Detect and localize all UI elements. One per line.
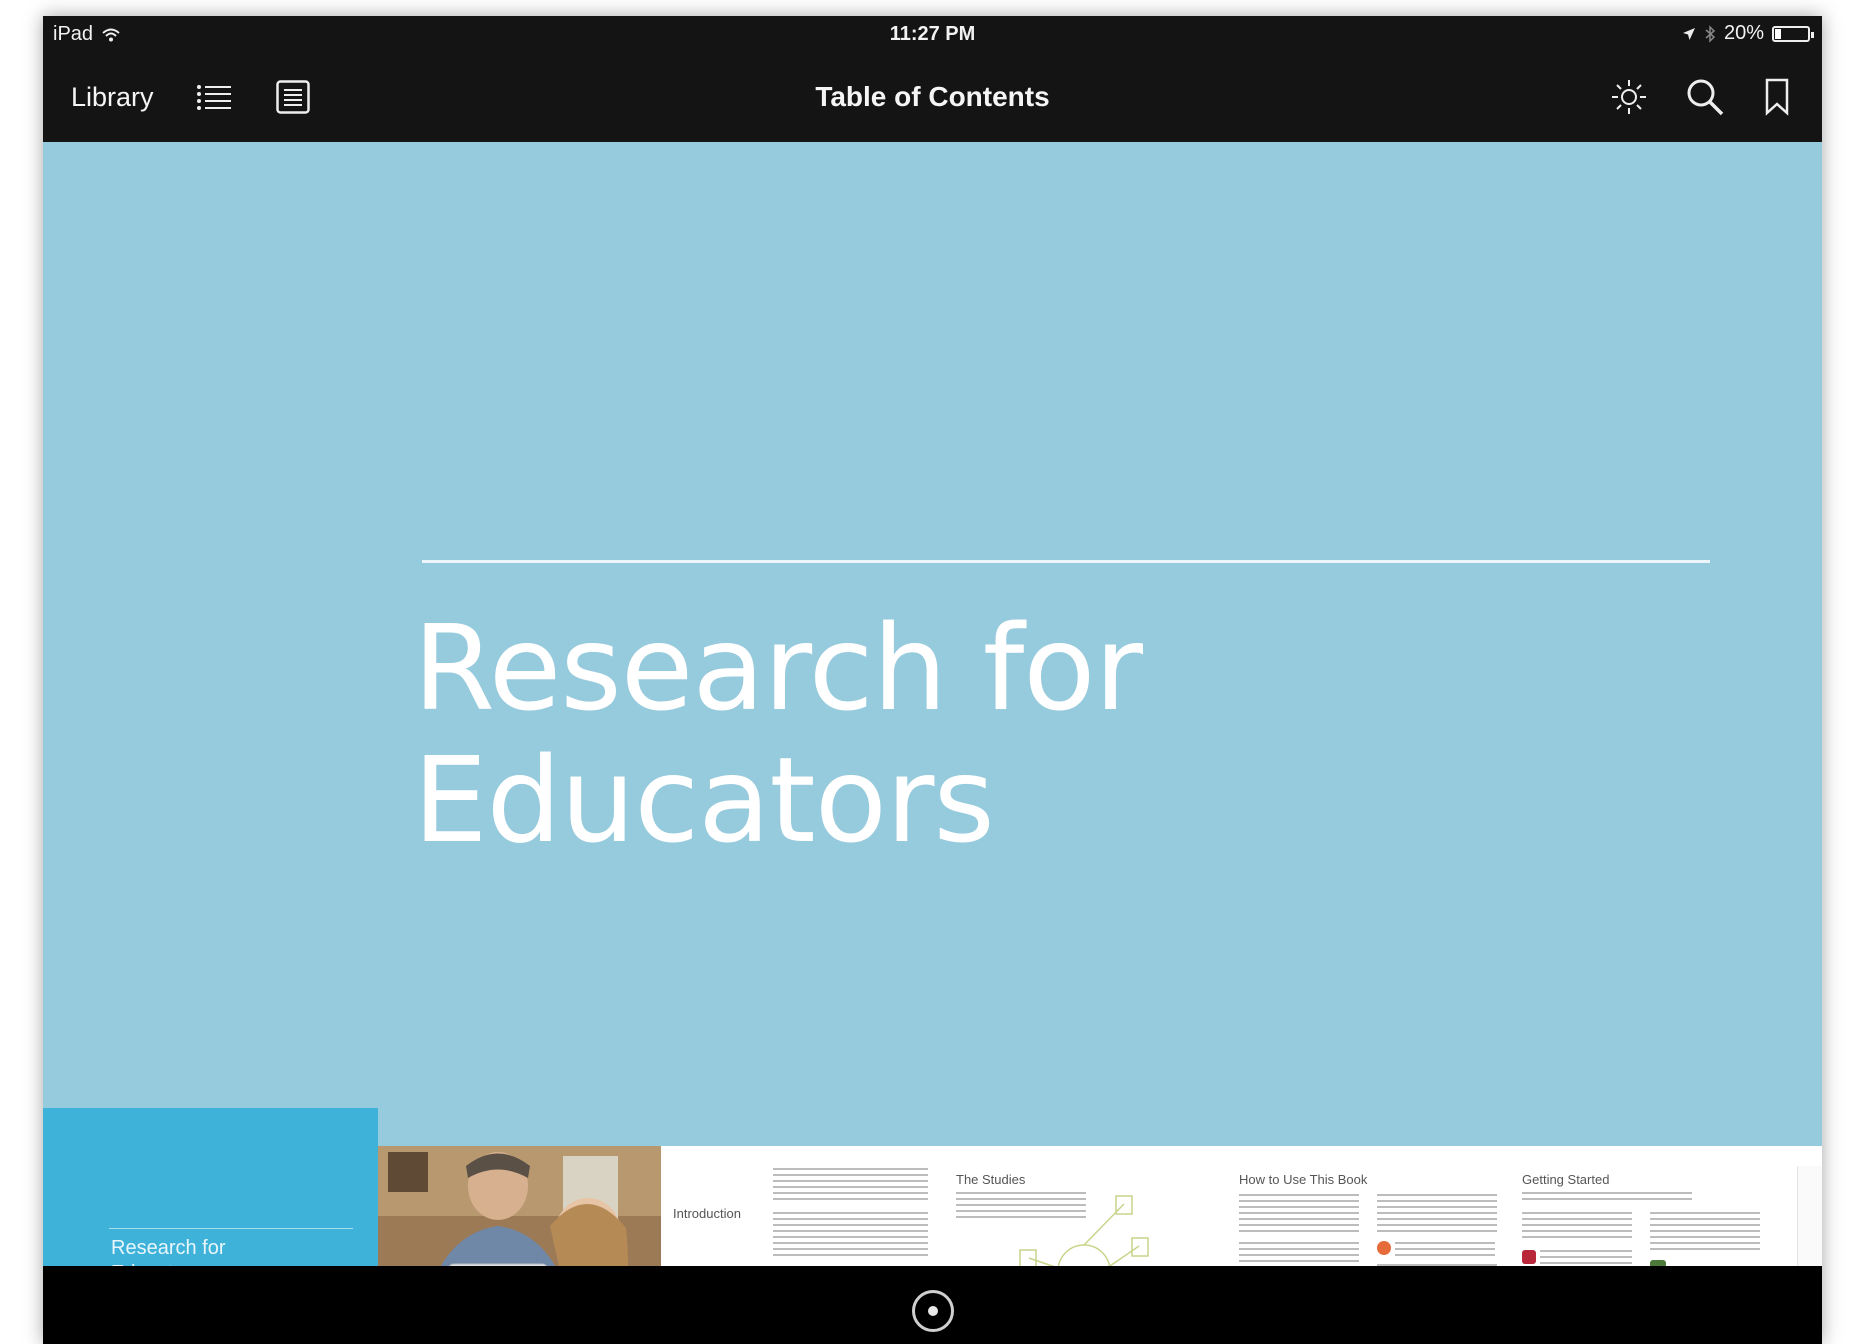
ipad-screen: iPad 11:27 PM 20% Library Table of Conte… [43,16,1822,1344]
book-title: Research for Educators [413,599,1143,869]
status-bar: iPad 11:27 PM 20% [43,16,1822,52]
bookmark-button[interactable] [1751,52,1803,142]
thumbnail-title: Getting Started [1522,1172,1610,1187]
brightness-icon [1612,80,1646,114]
battery-percent: 20% [1723,22,1764,44]
toolbar: Library Table of Contents [43,52,1822,142]
book-title-line2: Educators [413,731,995,869]
thumbnail-text-block [1239,1194,1359,1234]
thumbnail-cover-title-line1: Research for [111,1237,226,1259]
list-button[interactable] [188,52,240,142]
bottom-bar [43,1266,1822,1344]
thumbnail-title: The Studies [956,1172,1026,1187]
thumbnail-rule [109,1228,353,1229]
thumbnail-text-block [1522,1192,1692,1202]
search-icon [1687,79,1724,116]
thumbnail-text-block [1522,1212,1632,1242]
thumbnail-text-block [773,1168,928,1204]
thumbnail-icon [1377,1241,1391,1255]
thumbnail-text-block [1395,1242,1495,1256]
search-button[interactable] [1679,52,1731,142]
thumbnail-app-icon [1522,1250,1536,1264]
battery-icon [1772,25,1814,42]
bookmark-icon [1765,78,1789,116]
thumbnail-title: Introduction [673,1206,741,1221]
location-arrow-icon [1682,27,1695,40]
thumbnail-text-block [1650,1212,1760,1252]
library-button[interactable]: Library [71,52,154,142]
page-view-icon [276,80,310,114]
page-view-button[interactable] [267,52,319,142]
list-icon [197,85,231,110]
thumbnail-text-block [1377,1194,1497,1234]
home-button[interactable] [911,1290,954,1332]
status-time: 11:27 PM [889,23,976,45]
book-title-line1: Research for [413,599,1143,737]
bluetooth-icon [1705,24,1716,43]
title-rule [422,560,1710,563]
thumbnail-text-block [773,1212,928,1258]
book-page[interactable]: Research for Educators Research for Educ… [43,142,1822,1344]
thumbnail-title: How to Use This Book [1239,1172,1368,1187]
brightness-button[interactable] [1603,52,1655,142]
